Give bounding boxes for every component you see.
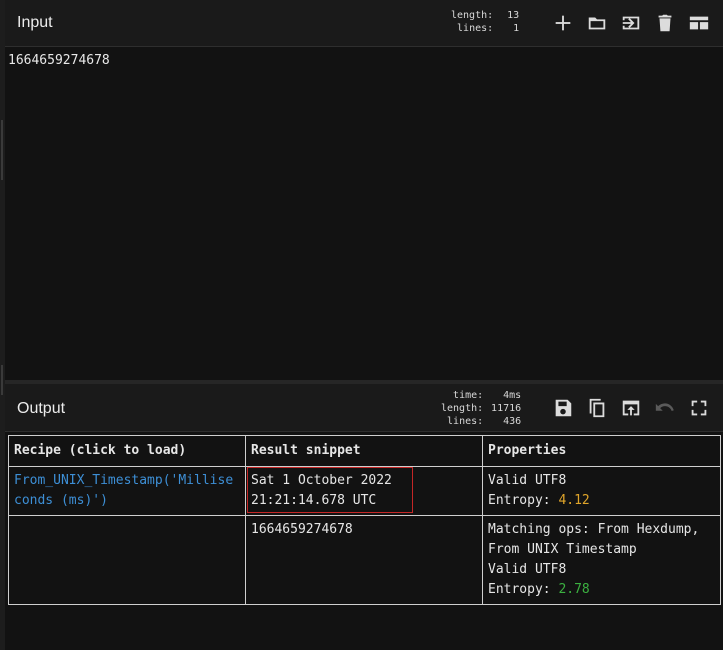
output-time-value: 4ms — [503, 390, 522, 401]
properties-cell: Matching ops: From Hexdump, From UNIX Ti… — [482, 515, 721, 605]
replace-input-icon[interactable] — [619, 396, 643, 420]
import-icon[interactable] — [619, 11, 643, 35]
input-lines-label: lines: — [457, 23, 494, 34]
save-icon[interactable] — [551, 396, 575, 420]
layout-icon[interactable] — [687, 11, 711, 35]
entropy-label: Entropy: — [488, 493, 559, 508]
snippet-line: Sat 1 October 2022 — [251, 473, 392, 488]
trash-icon[interactable] — [653, 11, 677, 35]
input-stats: length: 13 lines: 1 — [451, 9, 519, 35]
entropy-value: 2.78 — [558, 582, 590, 597]
valid-utf8-text: Valid UTF8 — [488, 473, 567, 488]
recipe-link[interactable] — [8, 515, 246, 605]
strip-marker — [1, 365, 3, 395]
plus-icon[interactable] — [551, 11, 575, 35]
table-header-row: Recipe (click to load) Result snippet Pr… — [8, 435, 721, 467]
strip-marker — [1, 120, 3, 180]
entropy-line: Entropy: 2.78 — [488, 580, 715, 600]
result-snippet-cell: 1664659274678 — [245, 515, 483, 605]
table-row: 1664659274678 Matching ops: From Hexdump… — [8, 515, 721, 605]
input-length-value: 13 — [507, 10, 520, 21]
column-header-recipe: Recipe (click to load) — [8, 435, 246, 467]
entropy-label: Entropy: — [488, 582, 559, 597]
output-length-label: length: — [441, 403, 484, 414]
column-header-snippet: Result snippet — [245, 435, 483, 467]
result-snippet-cell: Sat 1 October 2022 21:21:14.678 UTC — [245, 466, 483, 516]
input-title: Input — [17, 14, 53, 31]
output-time-label: time: — [453, 390, 484, 401]
undo-icon — [653, 396, 677, 420]
output-header: Output time: 4ms length: 11716 lines: 436 — [5, 384, 723, 432]
output-lines-label: lines: — [447, 416, 484, 427]
input-editor[interactable]: 1664659274678 — [5, 47, 723, 380]
snippet-line: 1664659274678 — [251, 522, 353, 537]
input-length-label: length: — [451, 10, 494, 21]
output-area: Recipe (click to load) Result snippet Pr… — [5, 432, 723, 650]
matching-ops-text: Matching ops: From Hexdump, From UNIX Ti… — [488, 522, 700, 557]
output-stats: time: 4ms length: 11716 lines: 436 — [441, 389, 521, 428]
copy-icon[interactable] — [585, 396, 609, 420]
table-row: From_UNIX_Timestamp('Milliseconds (ms)')… — [8, 466, 721, 516]
output-length-value: 11716 — [491, 403, 522, 414]
fullscreen-icon[interactable] — [687, 396, 711, 420]
entropy-line: Entropy: 4.12 — [488, 491, 715, 511]
input-header: Input length: 13 lines: 1 — [5, 0, 723, 47]
properties-cell: Valid UTF8 Entropy: 4.12 — [482, 466, 721, 516]
snippet-line: 21:21:14.678 UTC — [251, 493, 377, 508]
entropy-value: 4.12 — [558, 493, 590, 508]
result-snippet: Sat 1 October 2022 21:21:14.678 UTC — [247, 467, 413, 513]
results-table: Recipe (click to load) Result snippet Pr… — [8, 435, 721, 605]
output-lines-value: 436 — [503, 416, 522, 427]
column-header-properties: Properties — [482, 435, 721, 467]
input-text[interactable]: 1664659274678 — [8, 53, 110, 68]
folder-icon[interactable] — [585, 11, 609, 35]
input-lines-value: 1 — [513, 23, 520, 34]
output-title: Output — [17, 400, 66, 417]
recipe-link[interactable]: From_UNIX_Timestamp('Milliseconds (ms)') — [8, 466, 246, 516]
valid-utf8-text: Valid UTF8 — [488, 562, 567, 577]
